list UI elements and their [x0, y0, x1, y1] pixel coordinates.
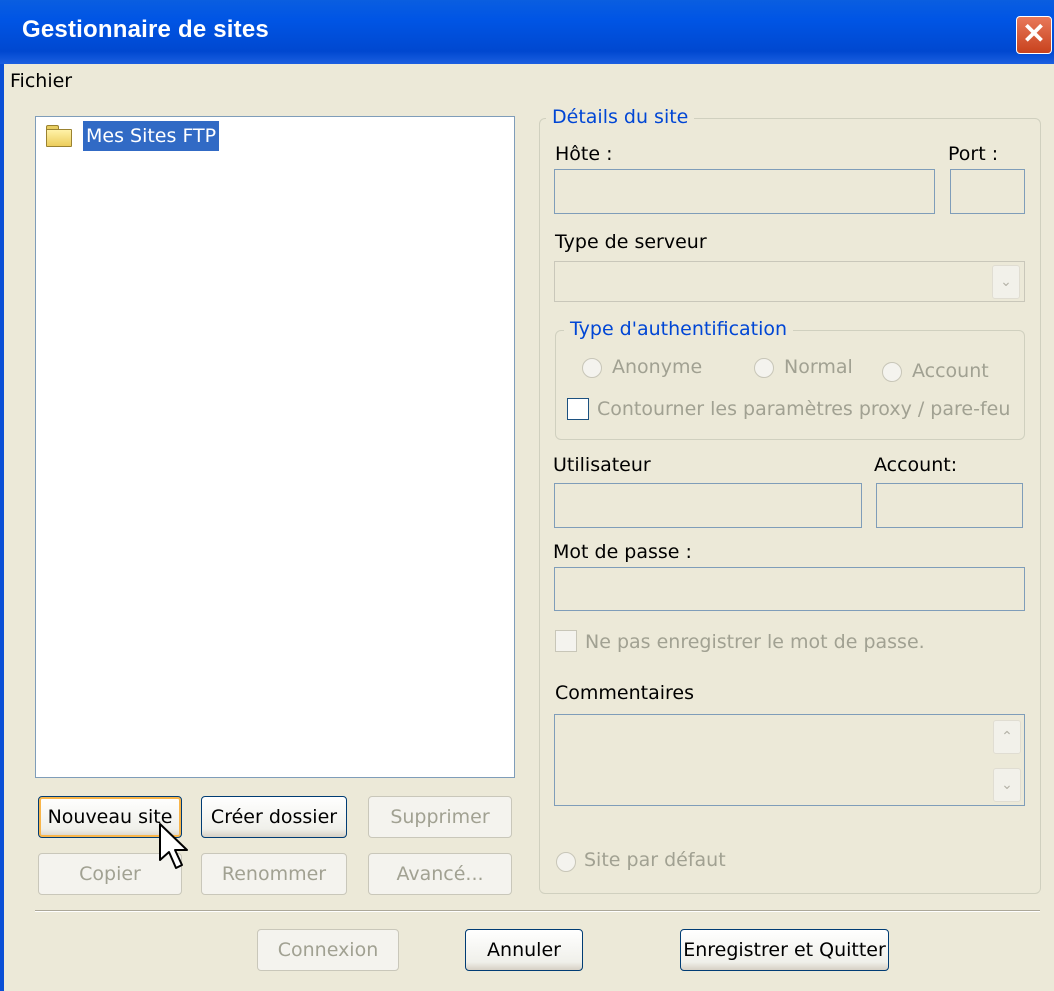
- window-title: Gestionnaire de sites: [22, 16, 269, 43]
- window-border: [0, 64, 4, 991]
- account-radio-label: Account: [912, 360, 989, 382]
- user-input[interactable]: [554, 483, 862, 528]
- dont-save-password-checkbox[interactable]: [555, 630, 577, 652]
- bypass-proxy-checkbox[interactable]: [567, 398, 589, 420]
- account-radio[interactable]: [882, 362, 902, 382]
- auth-type-legend: Type d'authentification: [564, 318, 794, 340]
- port-label: Port :: [948, 143, 999, 165]
- comments-textarea[interactable]: ⌃ ⌄: [554, 714, 1025, 806]
- host-input[interactable]: [554, 169, 935, 214]
- site-tree[interactable]: Mes Sites FTP: [35, 116, 515, 778]
- port-input[interactable]: [950, 169, 1025, 214]
- normal-label: Normal: [784, 356, 853, 378]
- menu-fichier[interactable]: Fichier: [10, 70, 72, 92]
- account-label: Account:: [874, 454, 958, 476]
- folder-icon: [46, 125, 72, 147]
- account-input[interactable]: [876, 483, 1023, 528]
- save-quit-button[interactable]: Enregistrer et Quitter: [680, 929, 889, 971]
- server-type-label: Type de serveur: [555, 231, 707, 253]
- server-type-select[interactable]: ⌄: [554, 261, 1025, 302]
- password-label: Mot de passe :: [553, 541, 692, 563]
- site-details-legend: Détails du site: [546, 106, 695, 128]
- tree-item-root[interactable]: Mes Sites FTP: [83, 121, 220, 151]
- mouse-cursor-icon: [159, 823, 188, 869]
- advanced-button[interactable]: Avancé...: [368, 853, 512, 895]
- bypass-proxy-label: Contourner les paramètres proxy / pare-f…: [597, 398, 1011, 420]
- anonymous-label: Anonyme: [612, 356, 703, 378]
- close-icon[interactable]: ✕: [1016, 16, 1052, 54]
- rename-button[interactable]: Renommer: [201, 853, 347, 895]
- auth-type-group: [555, 330, 1025, 440]
- normal-radio[interactable]: [754, 358, 774, 378]
- dont-save-password-label: Ne pas enregistrer le mot de passe.: [585, 631, 925, 653]
- host-label: Hôte :: [555, 143, 613, 165]
- password-input[interactable]: [554, 567, 1025, 611]
- new-folder-button[interactable]: Créer dossier: [201, 796, 347, 838]
- scroll-down-icon[interactable]: ⌄: [993, 768, 1021, 802]
- connect-button[interactable]: Connexion: [257, 929, 399, 971]
- chevron-down-icon[interactable]: ⌄: [992, 265, 1020, 299]
- default-site-radio[interactable]: [556, 852, 576, 872]
- comments-label: Commentaires: [555, 682, 694, 704]
- delete-button[interactable]: Supprimer: [368, 796, 512, 838]
- anonymous-radio[interactable]: [582, 358, 602, 378]
- scroll-up-icon[interactable]: ⌃: [993, 720, 1021, 754]
- cancel-button[interactable]: Annuler: [465, 929, 583, 971]
- default-site-label: Site par défaut: [584, 849, 726, 871]
- user-label: Utilisateur: [553, 454, 651, 476]
- footer-separator: [35, 910, 1040, 912]
